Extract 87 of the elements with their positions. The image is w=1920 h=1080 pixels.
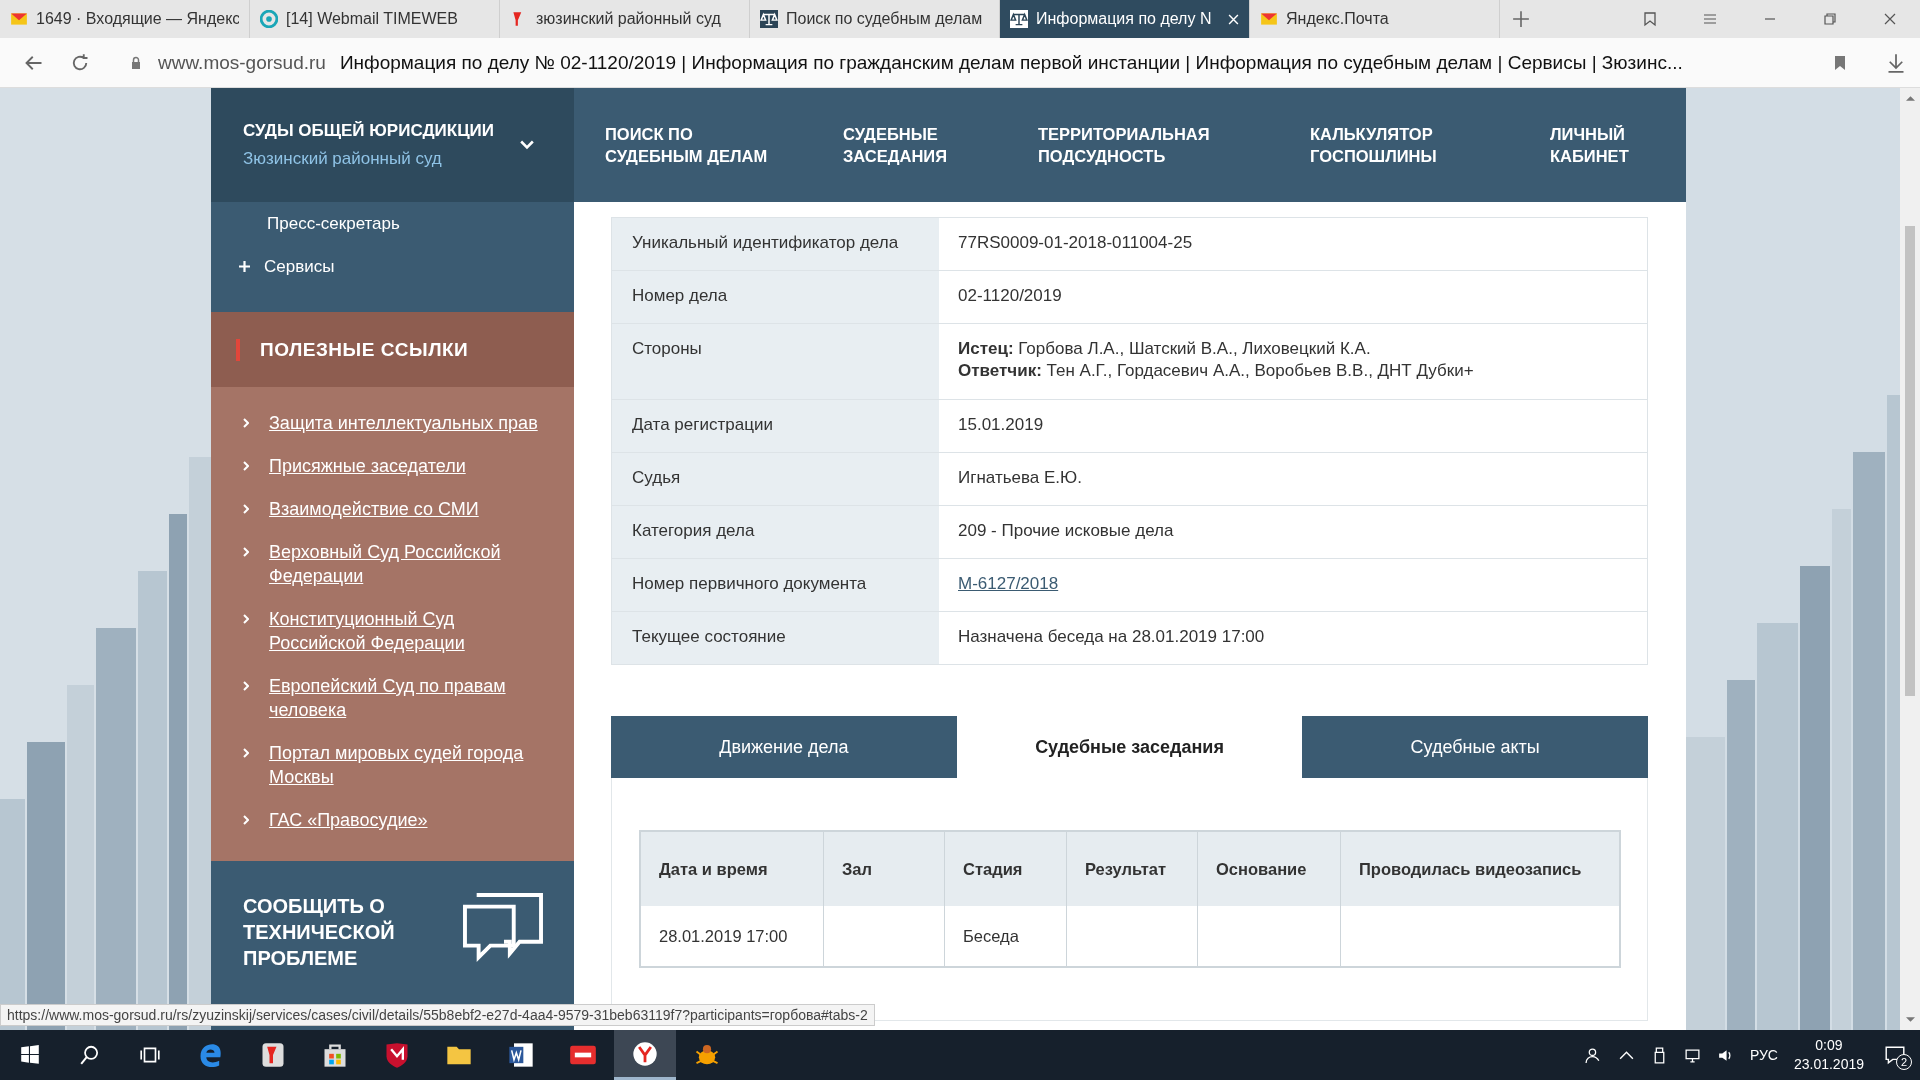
field-value: Назначена беседа на 28.01.2019 17:00 bbox=[958, 627, 1265, 646]
time: 0:09 bbox=[1815, 1036, 1843, 1055]
search-icon[interactable] bbox=[79, 1044, 101, 1066]
court-selector[interactable]: СУДЫ ОБЩЕЙ ЮРИСДИКЦИИ Зюзинский районный суд bbox=[211, 88, 574, 202]
shield-icon bbox=[383, 1041, 411, 1069]
useful-link[interactable]: Присяжные заседатели bbox=[269, 454, 554, 478]
chevron-right-icon bbox=[243, 614, 249, 624]
chevron-right-icon bbox=[243, 504, 249, 514]
people-icon[interactable] bbox=[1584, 1046, 1602, 1064]
field-value: 77RS0009-01-2018-011004-25 bbox=[958, 233, 1193, 252]
bookmark-icon[interactable] bbox=[1832, 53, 1848, 72]
plus-icon[interactable] bbox=[1512, 10, 1530, 28]
field-label: Дата регистрации bbox=[612, 400, 939, 452]
download-icon[interactable] bbox=[1886, 52, 1906, 73]
useful-link[interactable]: ГАС «Правосудие» bbox=[269, 808, 554, 832]
field-label: Стороны bbox=[612, 324, 939, 399]
field-label: Уникальный идентификатор дела bbox=[612, 218, 939, 270]
field-label: Номер первичного документа bbox=[612, 559, 939, 611]
field-label: Судья bbox=[612, 453, 939, 505]
scrollbar[interactable] bbox=[1900, 88, 1920, 1030]
url-domain: www.mos-gorsud.ru bbox=[158, 51, 326, 74]
tab[interactable]: Судебные акты bbox=[1302, 716, 1648, 778]
nav-link[interactable]: ЛИЧНЫЙ КАБИНЕТ bbox=[1550, 123, 1629, 167]
party-line: Ответчик: Тен А.Г., Гордасевич А.А., Воробьев В.В., ДНТ Дубки+ bbox=[958, 360, 1475, 382]
sidebar-link[interactable]: Сервисы bbox=[264, 256, 335, 277]
chevron-right-icon bbox=[243, 681, 249, 691]
useful-link[interactable]: Верховный Суд Российской Федерации bbox=[269, 540, 554, 588]
browser-tab[interactable]: Информация по делу N bbox=[1000, 0, 1250, 38]
table-cell: Беседа bbox=[963, 926, 1019, 945]
scales-icon bbox=[760, 10, 778, 28]
nav-link[interactable]: ПОИСК ПО СУДЕБНЫМ ДЕЛАМ bbox=[605, 123, 843, 167]
nav-link[interactable]: КАЛЬКУЛЯТОР ГОСПОШЛИНЫ bbox=[1310, 123, 1550, 167]
chevron-right-icon bbox=[243, 815, 249, 825]
useful-link[interactable]: Защита интеллектуальных прав bbox=[269, 411, 554, 435]
column-header: Результат bbox=[1066, 831, 1198, 906]
scroll-up-icon[interactable] bbox=[1905, 95, 1915, 101]
chevron-right-icon bbox=[243, 418, 249, 428]
field-label: Категория дела bbox=[612, 506, 939, 558]
taskbar-app[interactable] bbox=[614, 1030, 676, 1080]
field-label: Номер дела bbox=[612, 271, 939, 323]
sidebar-link[interactable]: Пресс-секретарь bbox=[267, 213, 400, 234]
document-link[interactable]: М-6127/2018 bbox=[958, 574, 1059, 593]
envelope-icon bbox=[1260, 10, 1278, 28]
nav-link[interactable]: СУДЕБНЫЕ ЗАСЕДАНИЯ bbox=[843, 123, 1038, 167]
notification-count: 2 bbox=[1896, 1054, 1912, 1070]
restore-icon[interactable] bbox=[1822, 11, 1838, 27]
reload-icon[interactable] bbox=[70, 52, 90, 73]
table-cell: 28.01.2019 17:00 bbox=[659, 926, 788, 945]
nav-link[interactable]: ТЕРРИТОРИАЛЬНАЯ ПОДСУДНОСТЬ bbox=[1038, 123, 1310, 167]
column-header: Проводилась видеозапись bbox=[1340, 831, 1620, 906]
field-value: 15.01.2019 bbox=[958, 415, 1044, 434]
close-icon[interactable] bbox=[1228, 13, 1239, 25]
useful-link[interactable]: Взаимодействие со СМИ bbox=[269, 497, 554, 521]
page-title: Информация по делу № 02-1120/2019 | Информация по гражданским делам первой инстанции | Информация по судебным делам | Сервисы | Зюзинс... bbox=[339, 51, 1684, 74]
party-line: Истец: Горбова Л.А., Шатский В.А., Лиховецкий К.А. bbox=[958, 338, 1372, 360]
scroll-down-icon[interactable] bbox=[1905, 1017, 1915, 1023]
browser-icon bbox=[631, 1039, 659, 1068]
chevron-right-icon bbox=[243, 547, 249, 557]
status-url: https://www.mos-gorsud.ru/rs/zyuzinskij/services/cases/civil/details/55b8ebf2-e27d-4aa4-9579-31beb63119f7?participants=горбова#tabs-2 bbox=[0, 1004, 875, 1026]
bookmark-icon[interactable] bbox=[1642, 11, 1658, 27]
clock[interactable]: 0:09 23.01.2019 bbox=[1793, 1036, 1864, 1074]
field-label: Текущее состояние bbox=[612, 612, 939, 664]
chevron-right-icon bbox=[243, 748, 249, 758]
chevron-right-icon bbox=[243, 461, 249, 471]
envelope-icon bbox=[10, 10, 28, 28]
useful-link[interactable]: Конституционный Суд Российской Федерации bbox=[269, 607, 554, 655]
column-header: Стадия bbox=[944, 831, 1067, 906]
useful-link[interactable]: Европейский Суд по правам человека bbox=[269, 674, 554, 722]
tab[interactable]: Движение дела bbox=[611, 716, 957, 778]
windows-start-icon[interactable] bbox=[19, 1044, 41, 1066]
swirl-icon bbox=[260, 10, 278, 28]
close-icon[interactable] bbox=[1882, 11, 1898, 27]
useful-link[interactable]: Портал мировых судей города Москвы bbox=[269, 741, 554, 789]
language-indicator[interactable]: РУС bbox=[1749, 1047, 1778, 1063]
notification-icon[interactable] bbox=[1884, 1044, 1906, 1066]
field-value: 209 - Прочие исковые дела bbox=[958, 521, 1174, 540]
report-title: СООБЩИТЬ О ТЕХНИЧЕСКОЙ ПРОБЛЕМЕ bbox=[243, 894, 396, 971]
column-header: Основание bbox=[1197, 831, 1341, 906]
section-title: ПОЛЕЗНЫЕ ССЫЛКИ bbox=[260, 338, 469, 361]
column-header: Зал bbox=[823, 831, 945, 906]
field-value: 02-1120/2019 bbox=[958, 286, 1062, 305]
scales-icon bbox=[1010, 10, 1028, 28]
field-value: Игнатьева Е.Ю. bbox=[958, 468, 1082, 487]
date: 23.01.2019 bbox=[1793, 1055, 1864, 1074]
column-header: Дата и время bbox=[640, 831, 824, 906]
document-icon bbox=[507, 1041, 535, 1069]
chevron-down-icon bbox=[520, 140, 534, 150]
